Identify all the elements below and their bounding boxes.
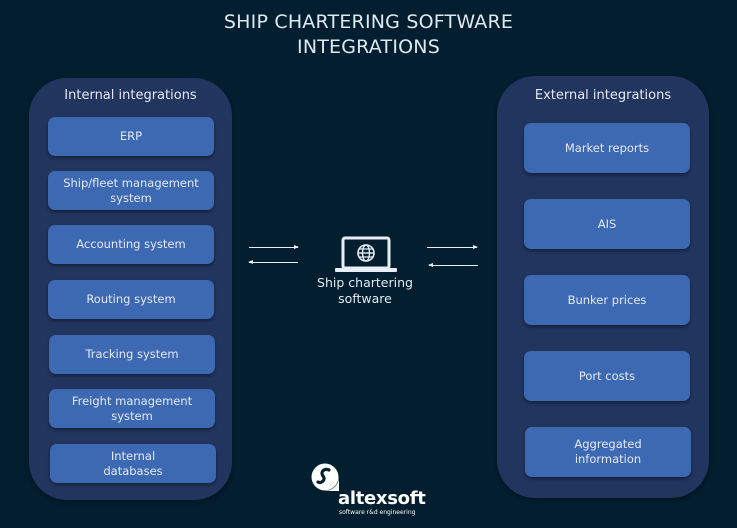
altexsoft-logo: altexsoft software r&d engineering	[308, 462, 428, 522]
internal-item-freight-management: Freight management system	[49, 389, 215, 428]
internal-item-ship-fleet-management: Ship/fleet management system	[48, 171, 214, 210]
altexsoft-logo-mark-icon	[310, 462, 340, 492]
internal-item-accounting: Accounting system	[48, 225, 214, 264]
arrow-from-software-left	[248, 260, 298, 264]
arrow-to-external	[427, 245, 478, 249]
title-line-1: SHIP CHARTERING SOFTWARE	[223, 11, 514, 33]
title-line-2: INTEGRATIONS	[297, 36, 440, 58]
external-item-ais: AIS	[524, 199, 690, 249]
external-item-market-reports: Market reports	[524, 123, 690, 173]
arrow-from-external	[428, 263, 478, 267]
external-integrations-panel: External integrations Market reports AIS…	[497, 76, 709, 498]
altexsoft-wordmark: altexsoft	[338, 488, 426, 509]
arrow-to-software-left	[249, 245, 299, 249]
diagram-title: SHIP CHARTERING SOFTWARE INTEGRATIONS	[0, 10, 737, 60]
laptop-globe-icon	[334, 236, 398, 274]
internal-item-routing: Routing system	[48, 280, 214, 319]
internal-item-internal-databases: Internal databases	[50, 444, 216, 483]
internal-panel-title: Internal integrations	[64, 88, 197, 103]
software-label: Ship chartering software	[300, 275, 430, 307]
external-panel-title: External integrations	[534, 88, 672, 103]
external-item-aggregated-information: Aggregated information	[525, 427, 691, 477]
altexsoft-tagline: software r&d engineering	[339, 509, 416, 516]
external-item-port-costs: Port costs	[524, 351, 690, 401]
software-label-line-1: Ship chartering	[317, 275, 413, 290]
software-label-line-2: software	[338, 291, 392, 306]
external-item-bunker-prices: Bunker prices	[524, 275, 690, 325]
internal-item-erp: ERP	[48, 117, 214, 156]
internal-item-tracking: Tracking system	[49, 335, 215, 374]
internal-integrations-panel: Internal integrations ERP Ship/fleet man…	[29, 78, 232, 500]
